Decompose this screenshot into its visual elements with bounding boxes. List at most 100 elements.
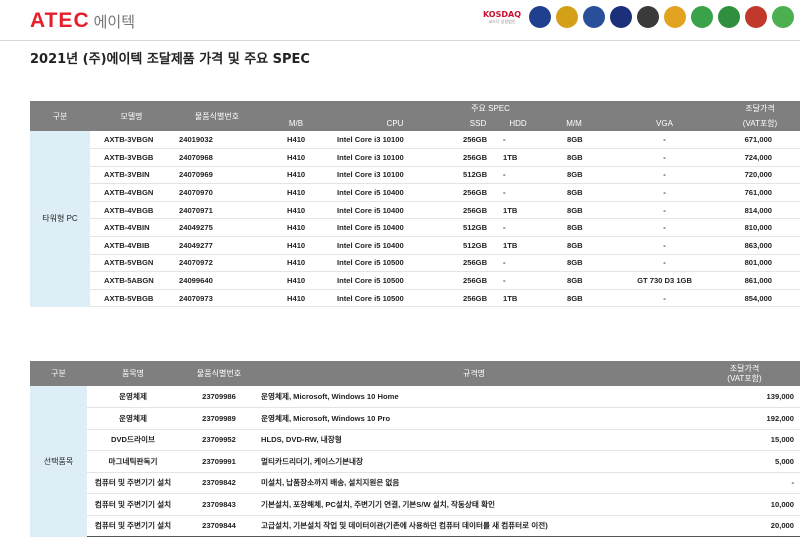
table-row: 마그네틱판독기 23709991 멀티카드리더기, 케이스기본내장 5,000 [30,450,800,473]
model-cell: AXTB-5ABGN [90,271,173,290]
spec-cell: 멀티카드리더기, 케이스기본내장 [259,450,689,473]
vga-cell: - [609,166,721,185]
price-cell: 810,000 [720,218,800,238]
item-no-cell: 23709991 [179,450,259,473]
table-row: AXTB-3VBIN 24070969 H410 Intel Core i3 1010… [30,166,800,185]
model-cell: AXTB-4VBGN [90,183,173,202]
table-row: 선택품목 운영체제 23709986 운영체제, Microsoft, Windows… [30,386,800,537]
header-divider [0,40,800,41]
header-category: 구분 [30,101,90,131]
table-row: AXTB-5ABGN 24099640 H410 Intel Core i5 1050… [30,271,800,290]
vga-cell: - [609,236,721,255]
ssd-cell: 256GB [459,131,497,150]
hdd-cell: - [497,218,539,238]
hdd-cell: 1TB [497,201,539,220]
hdd-cell: - [497,131,539,150]
header-item-name: 품목명 [87,361,179,386]
header-mm: M/M [539,116,609,131]
header-spec: 주요 SPEC [261,101,721,116]
cert-circle-10-logo [772,6,794,28]
cert-circle-3-logo [583,6,605,28]
header-price-line2: (VAT포함) [727,373,762,383]
vga-cell: GT 730 D3 1GB [609,271,721,290]
table-row: AXTB-5VBGB 24070973 H410 Intel Core i5 1050… [30,289,800,308]
item-name-cell: 운영체제 [87,407,179,430]
mm-cell: 8GB [539,236,609,255]
header-model: 모델명 [90,101,173,131]
vga-cell: - [609,201,721,220]
header-category: 구분 [30,361,87,386]
price-cell: 814,000 [720,201,800,220]
item-no-cell: 24019032 [173,131,261,150]
price-cell: - [689,472,800,494]
spec-cell: 미설치, 납품장소까지 배송, 설치지원은 없음 [259,472,689,494]
logo-wordmark: ATEC [30,9,90,32]
mm-cell: 8GB [539,289,609,308]
hdd-cell: 1TB [497,236,539,255]
table-row: AXTB-5VBGN 24070972 H410 Intel Core i5 1050… [30,254,800,273]
hdd-cell: 1TB [497,148,539,167]
header-price: 조달가격 (VAT포함) [689,361,800,386]
header-ssd: SSD [459,116,497,131]
item-no-cell: 23709842 [179,472,259,494]
mb-cell: H410 [261,201,331,220]
category-cell: 선택품목 [30,386,87,537]
cpu-cell: Intel Core i3 10100 [331,148,459,167]
header-price: 조달가격 [720,101,800,116]
item-no-cell: 24049275 [173,218,261,238]
cpu-cell: Intel Core i5 10400 [331,236,459,255]
cpu-cell: Intel Core i3 10100 [331,131,459,150]
ssd-cell: 256GB [459,148,497,167]
category-cell: 타워형 PC [30,131,90,308]
vga-cell: - [609,254,721,273]
item-no-cell: 23709843 [179,493,259,516]
cpu-cell: Intel Core i5 10500 [331,289,459,308]
item-name-cell: 마그네틱판독기 [87,450,179,473]
table-row: DVD드라이브 23709952 HLDS, DVD-RW, 내장형 15,000 [30,429,800,451]
item-no-cell: 24070968 [173,148,261,167]
mm-cell: 8GB [539,131,609,150]
table-row: 타워형 PC AXTB-3VBGN 24019032 H410 Intel Core i… [30,131,800,308]
price-cell: 671,000 [720,131,800,150]
price-cell: 863,000 [720,236,800,255]
cert-circle-9-logo [745,6,767,28]
spec-cell: 운영체제, Microsoft, Windows 10 Home [259,386,689,408]
header-price-line1: 조달가격 [729,363,760,373]
atec-logo[interactable]: ATEC 에이텍 [30,8,135,34]
table-row: AXTB-4VBGB 24070971 H410 Intel Core i5 1040… [30,201,800,220]
mm-cell: 8GB [539,183,609,202]
header-spec-name: 규격명 [259,361,689,386]
item-no-cell: 23709986 [179,386,259,408]
item-no-cell: 24070971 [173,201,261,220]
item-no-cell: 24070972 [173,254,261,273]
ssd-cell: 512GB [459,236,497,255]
option-items-table: 구분 품목명 물품식별번호 규격명 조달가격 (VAT포함) 선택품목 운영체제 2… [30,361,800,537]
price-cell: 761,000 [720,183,800,202]
certification-logos: KOSDAQ 코스닥 상장법인 [480,6,794,28]
cert-circle-1-logo [529,6,551,28]
cert-circle-6-logo [664,6,686,28]
item-no-cell: 24070973 [173,289,261,308]
spec-cell: 기본설치, 포장해체, PC설치, 주변기기 연결, 기본S/W 설치, 작동상… [259,493,689,516]
hdd-cell: - [497,254,539,273]
item-name-cell: 컴퓨터 및 주변기기 설치 [87,515,179,537]
logo-korean: 에이텍 [93,12,136,31]
mb-cell: H410 [261,254,331,273]
table-row: 컴퓨터 및 주변기기 설치 23709844 고급설치, 기본설치 작업 및 데이터… [30,515,800,537]
item-no-cell: 24049277 [173,236,261,255]
ssd-cell: 512GB [459,166,497,185]
header-hdd: HDD [497,116,539,131]
model-cell: AXTB-4VBIB [90,236,173,255]
item-name-cell: 컴퓨터 및 주변기기 설치 [87,493,179,516]
hdd-cell: - [497,183,539,202]
pc-spec-table: 구분 모델명 물품식별번호 주요 SPEC 조달가격 M/B CPU SSD H… [30,101,800,308]
cpu-cell: Intel Core i5 10400 [331,183,459,202]
spec-cell: HLDS, DVD-RW, 내장형 [259,429,689,451]
item-no-cell: 23709989 [179,407,259,430]
table-row: AXTB-4VBGN 24070970 H410 Intel Core i5 1040… [30,183,800,202]
model-cell: AXTB-3VBGB [90,148,173,167]
mb-cell: H410 [261,183,331,202]
mb-cell: H410 [261,289,331,308]
ssd-cell: 256GB [459,183,497,202]
price-cell: 724,000 [720,148,800,167]
